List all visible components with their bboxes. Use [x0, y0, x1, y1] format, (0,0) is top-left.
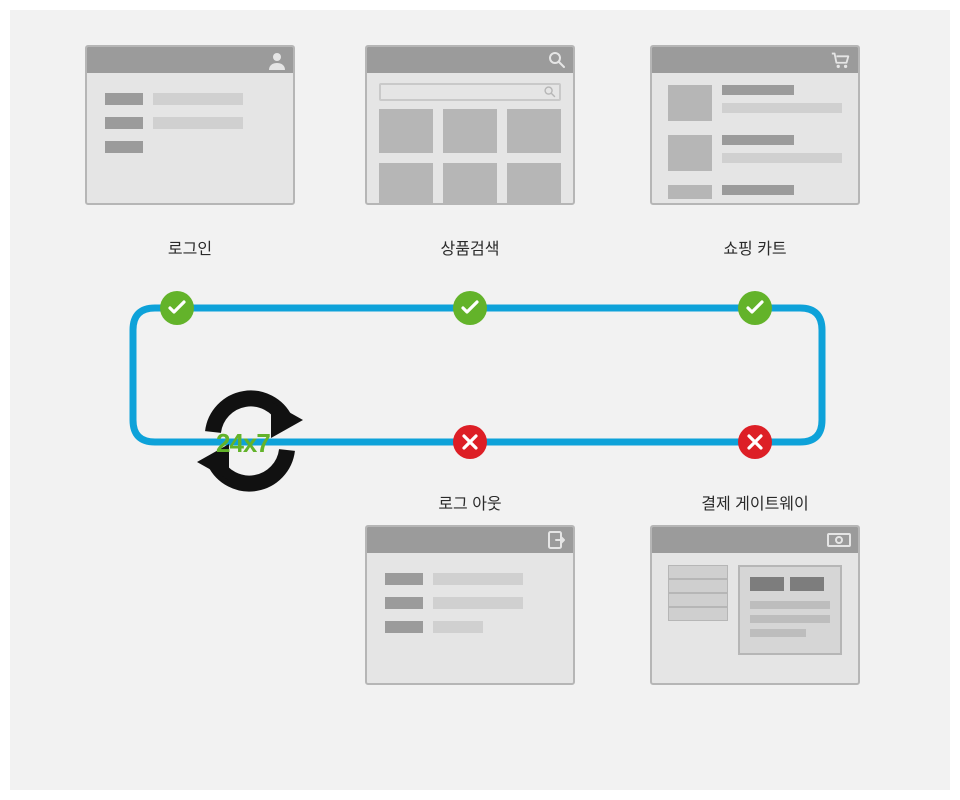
search-field-placeholder	[379, 83, 561, 101]
search-results-grid	[367, 101, 573, 205]
cart-items	[652, 73, 858, 205]
diagram-frame: 로그인 상품검색 쇼핑 카트 24x7 로그 아웃 결제 게이트웨이	[10, 10, 950, 790]
logout-status-node	[453, 425, 487, 459]
check-icon	[746, 300, 764, 316]
logout-window-body	[367, 553, 573, 665]
login-status-node	[160, 291, 194, 325]
login-window-body	[87, 73, 293, 185]
exit-icon	[547, 530, 567, 550]
magnifier-small-icon	[543, 85, 557, 99]
logout-label: 로그 아웃	[365, 490, 575, 514]
money-icon	[826, 530, 852, 550]
cart-window	[650, 45, 860, 205]
search-window-titlebar	[367, 47, 573, 73]
user-icon	[267, 50, 287, 70]
gateway-label: 결제 게이트웨이	[650, 490, 860, 514]
login-window-titlebar	[87, 47, 293, 73]
login-window	[85, 45, 295, 205]
cross-icon	[461, 434, 479, 450]
check-icon	[461, 300, 479, 316]
cart-icon	[830, 50, 852, 70]
cycle-label: 24x7	[216, 428, 270, 459]
gateway-window-body	[652, 553, 858, 667]
cart-label: 쇼핑 카트	[650, 235, 860, 259]
check-icon	[168, 300, 186, 316]
logout-window-titlebar	[367, 527, 573, 553]
cart-status-node	[738, 291, 772, 325]
logout-window	[365, 525, 575, 685]
cross-icon	[746, 434, 764, 450]
search-status-node	[453, 291, 487, 325]
cart-window-titlebar	[652, 47, 858, 73]
search-window	[365, 45, 575, 205]
search-label: 상품검색	[365, 235, 575, 259]
gateway-status-node	[738, 425, 772, 459]
gateway-window	[650, 525, 860, 685]
login-label: 로그인	[85, 235, 295, 259]
gateway-window-titlebar	[652, 527, 858, 553]
magnifier-icon	[547, 50, 567, 70]
